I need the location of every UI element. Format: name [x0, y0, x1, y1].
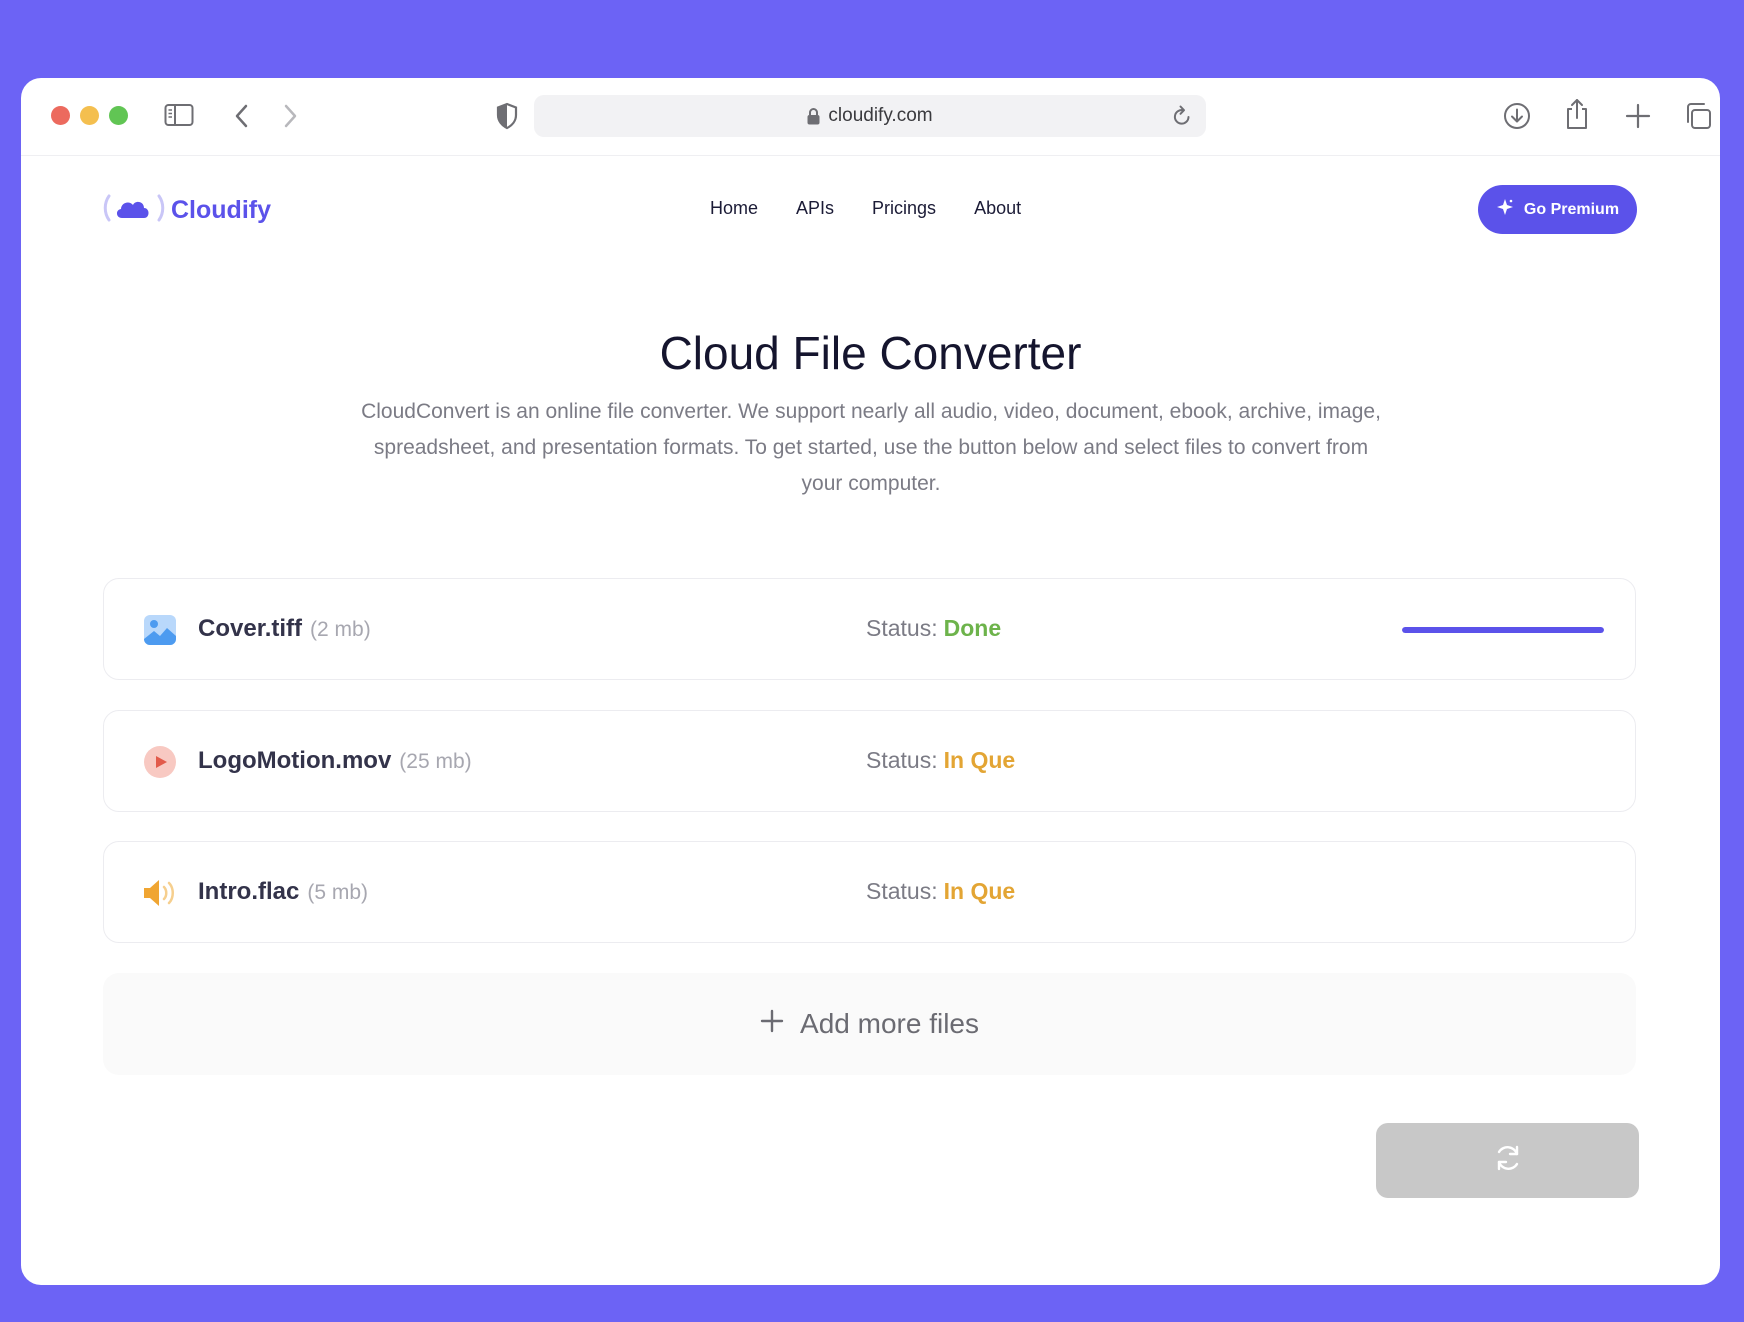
- file-row: LogoMotion.mov (25 mb) Status: In Que: [103, 710, 1636, 812]
- lock-icon: [807, 107, 820, 125]
- file-row: Cover.tiff (2 mb) Status: Done: [103, 578, 1636, 680]
- main-nav: Home APIs Pricings About: [710, 198, 1021, 219]
- file-status: Status: In Que: [866, 878, 1016, 904]
- progress-bar: [1402, 627, 1604, 633]
- sparkle-icon: [1496, 198, 1514, 221]
- refresh-icon: [1493, 1143, 1523, 1178]
- file-size: (2 mb): [310, 618, 371, 641]
- convert-button[interactable]: [1376, 1123, 1639, 1198]
- page-description: CloudConvert is an online file converter…: [361, 400, 1381, 495]
- file-row: Intro.flac (5 mb) Status: In Que: [103, 841, 1636, 943]
- add-more-files-button[interactable]: Add more files: [103, 973, 1636, 1075]
- nav-item-about[interactable]: About: [974, 198, 1021, 219]
- file-status: Status: In Que: [866, 747, 1016, 773]
- sidebar-toggle-icon[interactable]: [164, 103, 194, 127]
- shield-icon[interactable]: [495, 102, 519, 130]
- reload-icon[interactable]: [1172, 105, 1192, 133]
- nav-item-apis[interactable]: APIs: [796, 198, 834, 219]
- file-name: Cover.tiff (2 mb): [198, 615, 371, 642]
- nav-item-pricings[interactable]: Pricings: [872, 198, 936, 219]
- logo-text: Cloudify: [171, 196, 271, 224]
- file-size: (5 mb): [307, 881, 369, 904]
- cloud-logo-icon: [103, 192, 165, 229]
- status-value: In Que: [943, 747, 1016, 773]
- add-more-files-label: Add more files: [800, 1008, 979, 1039]
- page-title: Cloud File Converter: [659, 327, 1082, 379]
- tab-overview-icon[interactable]: [1684, 102, 1712, 130]
- plus-icon: [760, 1008, 784, 1040]
- logo[interactable]: Cloudify: [103, 192, 271, 229]
- progress-fill: [1402, 627, 1604, 633]
- address-bar[interactable]: cloudify.com: [534, 95, 1206, 137]
- go-premium-button[interactable]: Go Premium: [1478, 185, 1637, 234]
- back-icon[interactable]: [234, 103, 250, 129]
- status-value: In Que: [943, 878, 1016, 904]
- minimize-window-button[interactable]: [80, 106, 99, 125]
- forward-icon[interactable]: [282, 103, 298, 129]
- download-icon[interactable]: [1503, 102, 1531, 130]
- browser-window: cloudify.com Cloudify Home APIs Pricings…: [21, 78, 1720, 1285]
- new-tab-icon[interactable]: [1625, 103, 1651, 129]
- maximize-window-button[interactable]: [109, 106, 128, 125]
- file-status: Status: Done: [866, 615, 1002, 641]
- go-premium-label: Go Premium: [1523, 200, 1620, 218]
- file-size: (25 mb): [399, 750, 472, 773]
- video-file-icon: [142, 744, 178, 780]
- file-name: LogoMotion.mov (25 mb): [198, 747, 472, 774]
- browser-toolbar: cloudify.com: [21, 78, 1720, 156]
- close-window-button[interactable]: [51, 106, 70, 125]
- image-file-icon: [142, 612, 178, 648]
- file-name: Intro.flac (5 mb): [198, 878, 369, 905]
- nav-item-home[interactable]: Home: [710, 198, 758, 219]
- audio-file-icon: [142, 875, 178, 911]
- share-icon[interactable]: [1564, 98, 1590, 130]
- address-text: cloudify.com: [828, 105, 933, 126]
- status-value: Done: [943, 615, 1002, 641]
